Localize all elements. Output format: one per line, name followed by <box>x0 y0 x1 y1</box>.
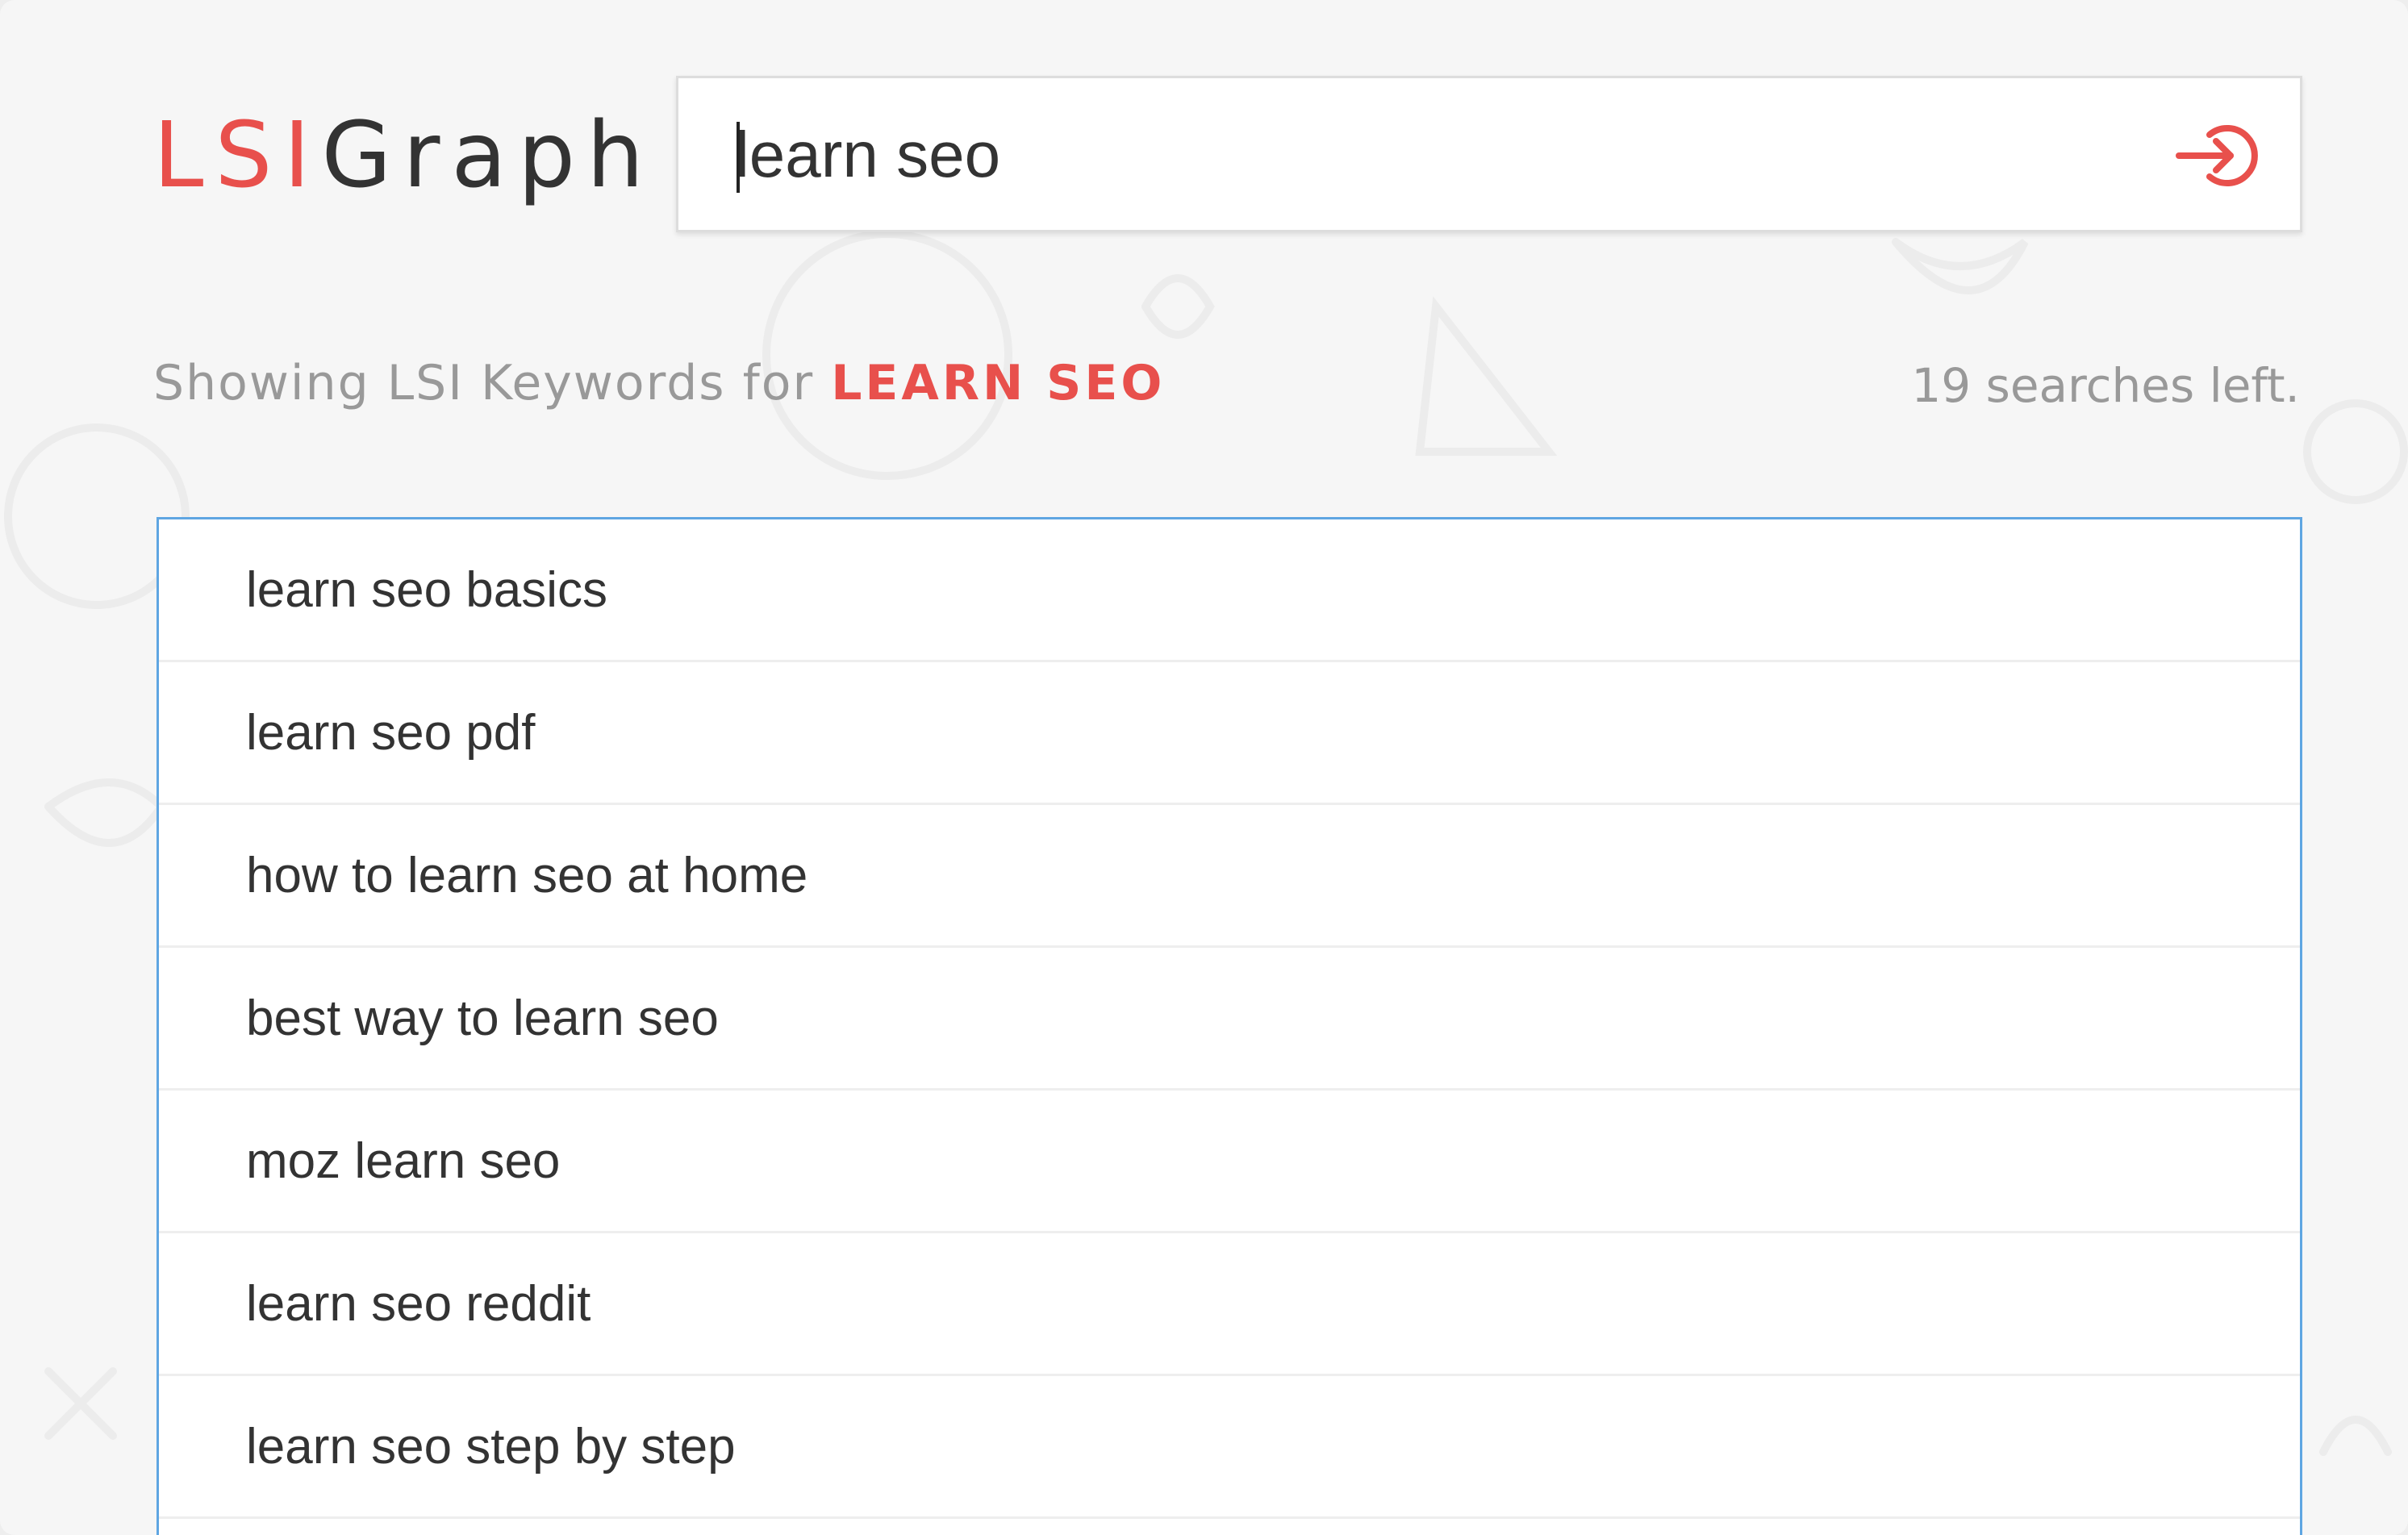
search-submit-button[interactable] <box>2174 117 2264 194</box>
app-window: LSIGraph Showing LSI Keywords for LEARN … <box>0 0 2408 1535</box>
logo-lsi-text: LSI <box>153 103 322 208</box>
text-caret <box>737 122 740 193</box>
logo-graph-text: Graph <box>321 103 656 208</box>
result-item[interactable]: learn seo basics <box>159 519 2300 662</box>
result-item[interactable]: moz learn seo <box>159 1091 2300 1233</box>
results-heading: Showing LSI Keywords for LEARN SEO <box>153 355 1165 411</box>
keyword-results-list: learn seo basics learn seo pdf how to le… <box>156 517 2302 1535</box>
search-box <box>676 76 2302 232</box>
results-heading-keyword: LEARN SEO <box>831 355 1166 411</box>
result-item[interactable]: learn seo step by step <box>159 1376 2300 1519</box>
searches-left-counter: 19 searches left. <box>1911 358 2300 413</box>
result-item[interactable]: learn seo pdf <box>159 662 2300 805</box>
result-item[interactable]: learn seo reddit <box>159 1233 2300 1376</box>
search-input[interactable] <box>735 111 2106 199</box>
lsigraph-logo[interactable]: LSIGraph <box>153 103 655 208</box>
results-heading-prefix: Showing LSI Keywords for <box>153 355 815 411</box>
arrow-into-circle-icon <box>2176 125 2258 186</box>
result-item[interactable]: best way to learn seo <box>159 948 2300 1091</box>
result-item[interactable]: how to learn seo at home <box>159 805 2300 948</box>
